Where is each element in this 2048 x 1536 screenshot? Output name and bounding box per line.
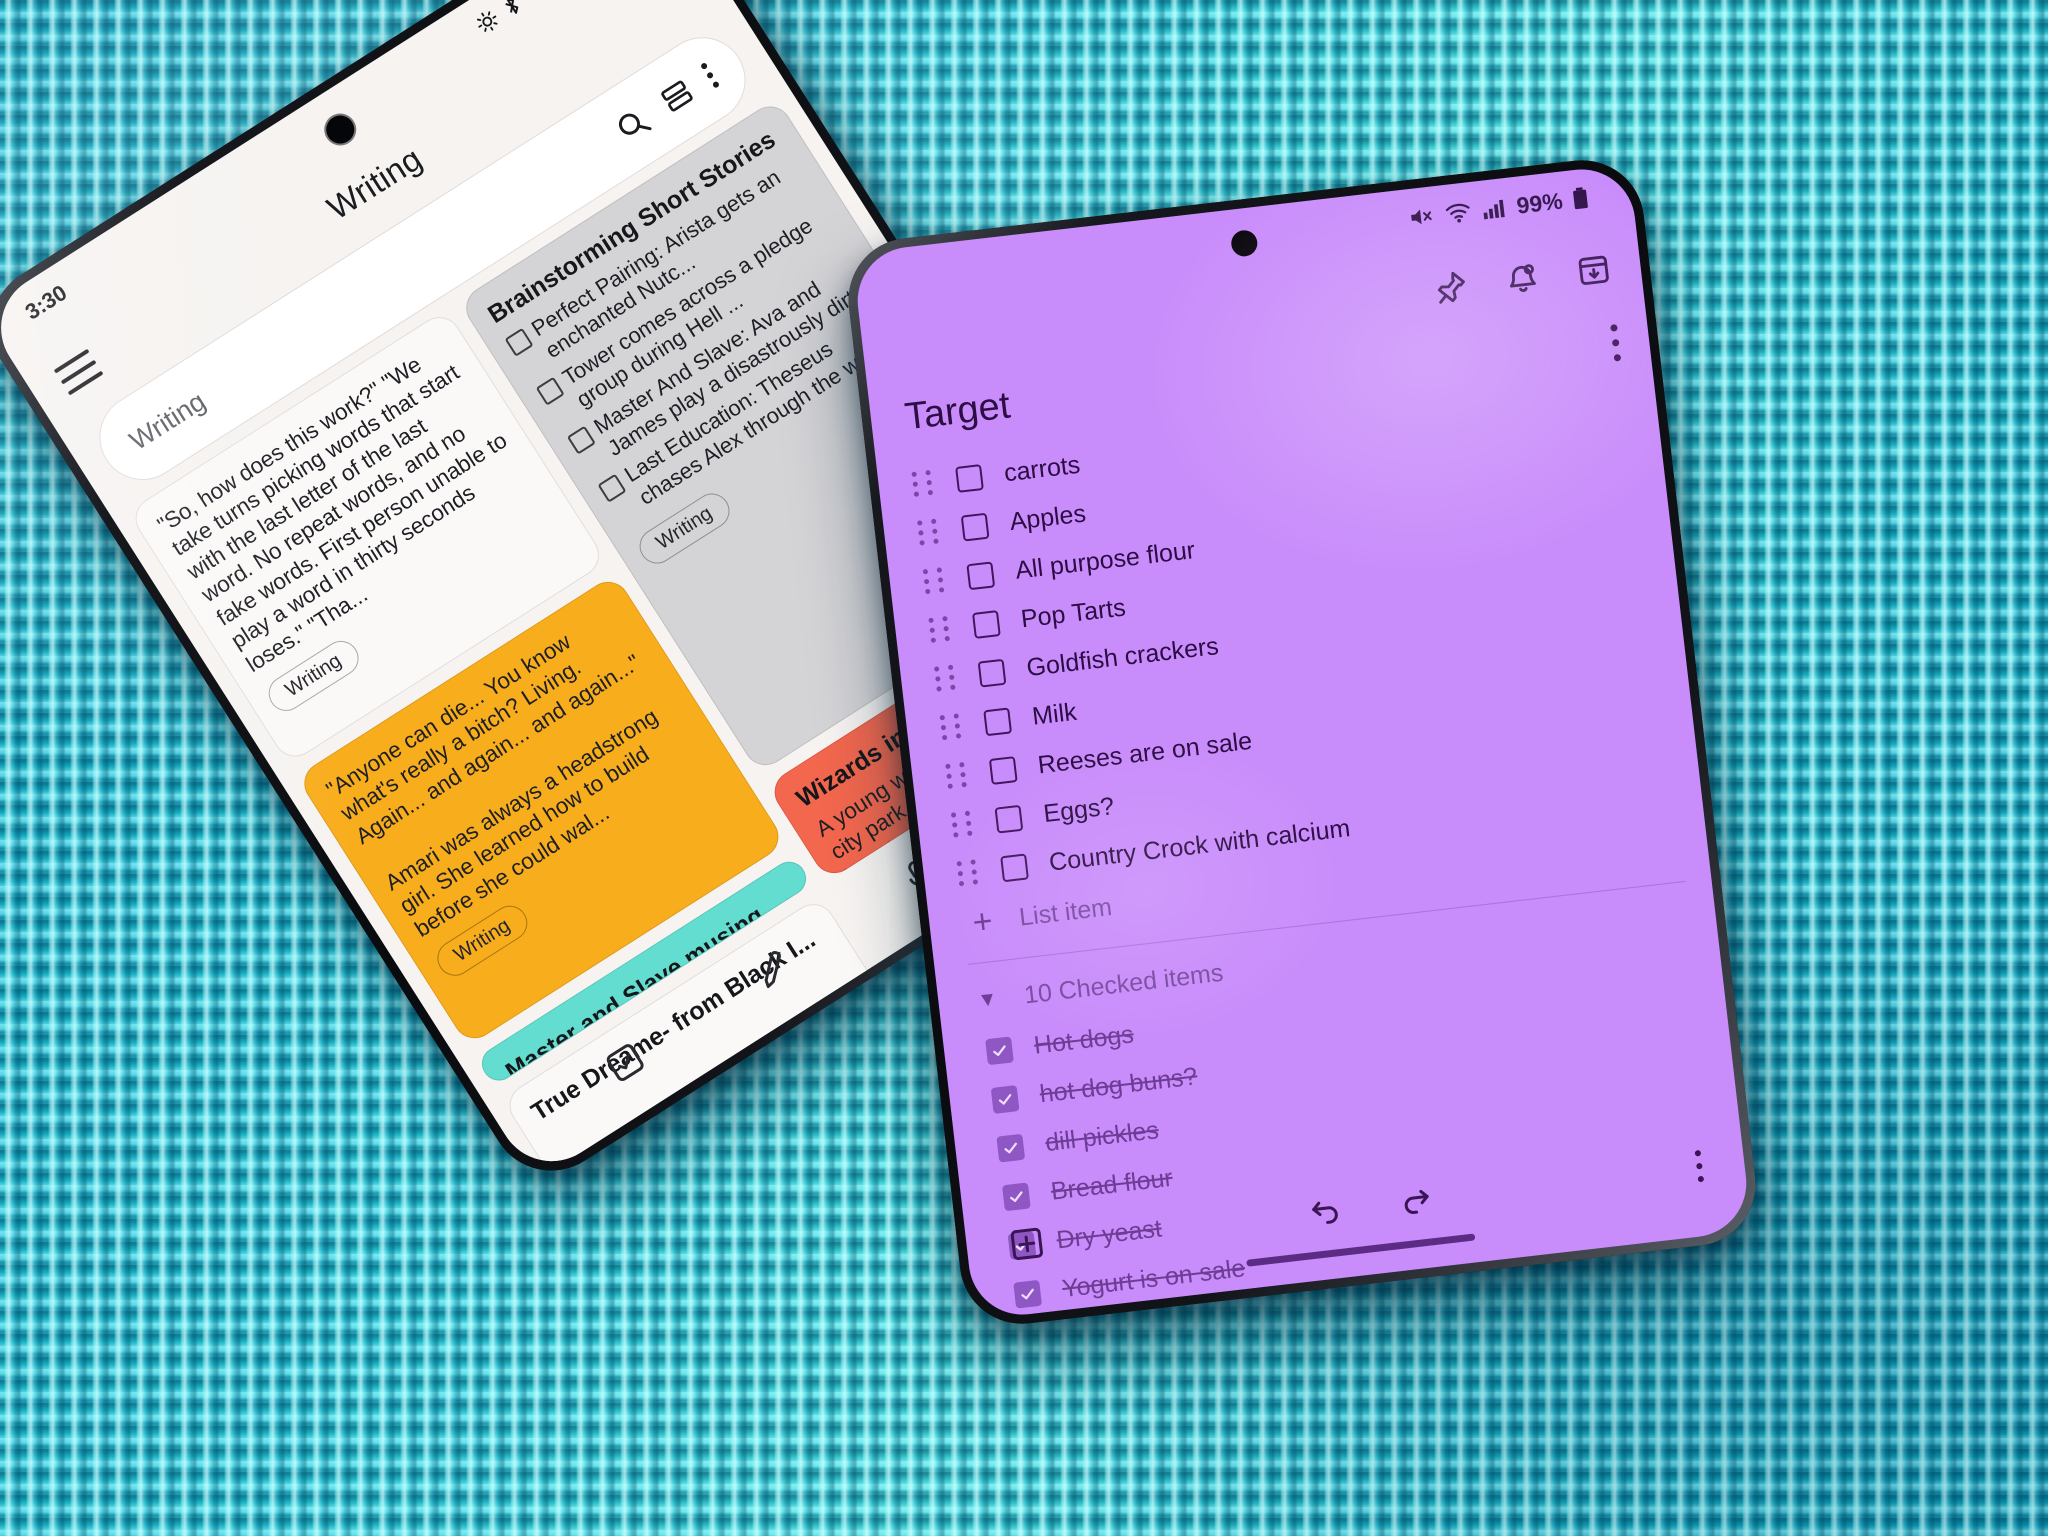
more-vert-icon[interactable]	[699, 61, 721, 89]
battery-icon	[1573, 187, 1588, 210]
left-status-time: 3:30	[20, 279, 72, 325]
list-item-label: carrots	[1002, 450, 1082, 488]
app-bar-spacer	[654, 0, 688, 6]
list-item-label: hot dog buns?	[1038, 1062, 1199, 1109]
brightness-icon	[476, 11, 498, 32]
checkbox-icon[interactable]	[597, 473, 627, 503]
right-phone: 99% Target carrots Apples All purpose fl…	[841, 153, 1763, 1331]
checkbox-icon[interactable]	[994, 804, 1024, 834]
checkbox-checked-icon[interactable]	[990, 1084, 1020, 1114]
checkbox-icon[interactable]	[966, 560, 996, 590]
wifi-icon	[521, 0, 553, 6]
drag-handle-icon[interactable]	[933, 664, 959, 692]
checkbox-icon[interactable]	[971, 609, 1001, 639]
checkbox-icon[interactable]	[566, 425, 596, 455]
mute-icon	[1411, 209, 1432, 225]
list-item-label: Milk	[1030, 697, 1079, 731]
checkbox-icon[interactable]	[983, 706, 1013, 736]
search-icon[interactable]	[609, 101, 656, 148]
plus-icon[interactable]: +	[966, 902, 1000, 942]
right-phone-screen: 99% Target carrots Apples All purpose fl…	[851, 163, 1753, 1321]
list-item-label: dill pickles	[1043, 1116, 1161, 1158]
archive-icon[interactable]	[1575, 252, 1613, 290]
list-item-label: Eggs?	[1041, 792, 1116, 829]
drag-handle-icon[interactable]	[928, 615, 953, 643]
drag-handle-icon[interactable]	[956, 858, 981, 887]
list-item-label: Apples	[1008, 499, 1088, 537]
new-list-icon[interactable]	[600, 1038, 650, 1088]
undo-redo-group	[1303, 1179, 1438, 1230]
list-item-label: Hot dogs	[1032, 1020, 1136, 1060]
list-view-icon[interactable]	[655, 74, 699, 118]
drag-handle-icon[interactable]	[917, 518, 942, 546]
wifi-icon	[1445, 203, 1470, 223]
right-battery-percent: 99%	[1515, 187, 1564, 219]
right-app-bar	[1429, 229, 1615, 329]
chevron-down-icon[interactable]: ▼	[971, 987, 1003, 1013]
drag-handle-icon[interactable]	[939, 712, 964, 741]
list-item-label: Pop Tarts	[1019, 593, 1128, 634]
more-vert-icon[interactable]	[1694, 1149, 1705, 1183]
drag-handle-icon[interactable]	[945, 761, 970, 789]
bluetooth-icon	[505, 0, 519, 14]
redo-icon[interactable]	[1394, 1179, 1438, 1219]
checkbox-icon[interactable]	[960, 512, 990, 542]
drag-handle-icon[interactable]	[950, 810, 976, 838]
drag-handle-icon[interactable]	[911, 469, 936, 497]
checkbox-icon[interactable]	[988, 755, 1018, 785]
add-box-icon[interactable]	[1007, 1224, 1047, 1264]
drag-handle-icon[interactable]	[922, 566, 948, 595]
undo-icon[interactable]	[1303, 1189, 1347, 1229]
hamburger-icon[interactable]	[53, 348, 104, 396]
add-list-item-label: List item	[1017, 892, 1114, 932]
checkbox-icon[interactable]	[955, 463, 984, 493]
checkbox-icon[interactable]	[535, 376, 565, 406]
checkbox-checked-icon[interactable]	[985, 1035, 1014, 1065]
checkbox-icon[interactable]	[1000, 852, 1029, 882]
checkbox-icon[interactable]	[504, 327, 534, 357]
pin-icon[interactable]	[1432, 268, 1470, 306]
new-drawing-icon[interactable]	[748, 944, 798, 994]
checkbox-checked-icon[interactable]	[996, 1133, 1026, 1163]
cell-signal-icon	[1483, 199, 1505, 220]
reminder-bell-icon[interactable]	[1503, 260, 1541, 298]
checkbox-icon[interactable]	[977, 658, 1007, 688]
